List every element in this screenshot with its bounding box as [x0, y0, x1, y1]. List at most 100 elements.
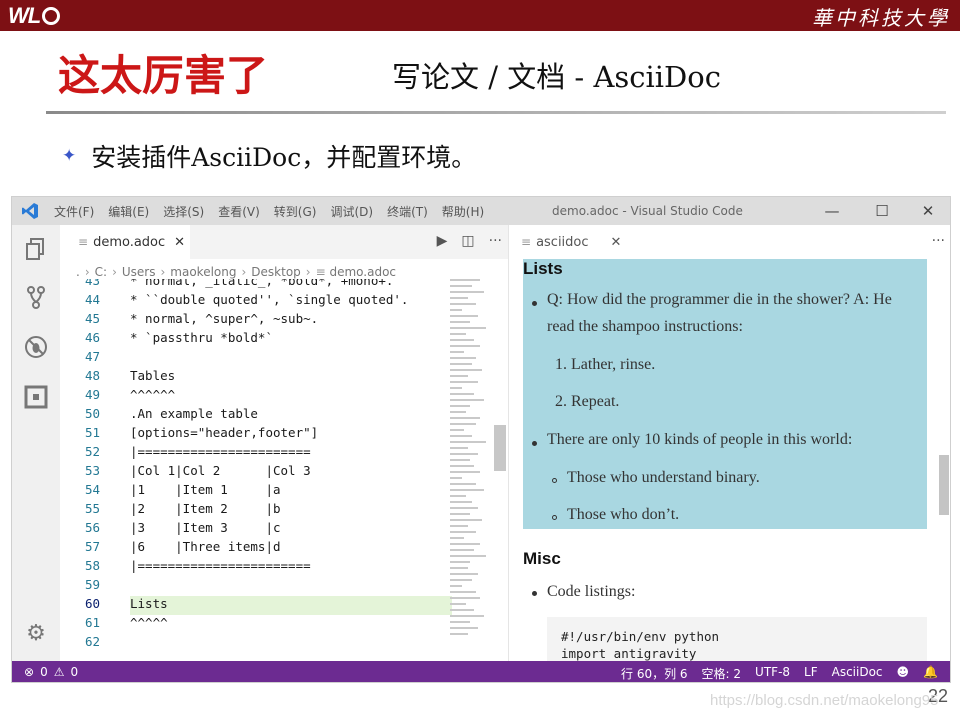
code-line[interactable]: 59 [60, 577, 508, 596]
line-text: * normal, _italic_, *bold*, +mono+. [130, 279, 394, 288]
code-line[interactable]: 51 [options="header,footer"] [60, 425, 508, 444]
minimap-row [450, 579, 472, 581]
minimap-row [450, 495, 466, 497]
code-line[interactable]: 48 Tables [60, 368, 508, 387]
logo-text: WL [8, 2, 41, 28]
problems-indicator[interactable]: ⊗ 0 ⚠ 0 [24, 665, 78, 679]
indentation[interactable]: 空格: 2 [702, 665, 742, 682]
line-text: * ``double quoted'', `single quoted'. [130, 292, 409, 307]
breadcrumb-user[interactable]: maokelong [170, 265, 236, 279]
line-text: ^^^^^^ [130, 387, 176, 402]
code-line[interactable]: 46 * `passthru *bold*` [60, 330, 508, 349]
preview-more-icon[interactable]: ··· [932, 233, 945, 249]
code-listings-item: Code listings: [547, 583, 636, 600]
maximize-button[interactable]: ☐ [872, 201, 892, 221]
minimap-row [450, 609, 474, 611]
warning-count: 0 [70, 665, 79, 679]
code-line[interactable]: 54 |1 |Item 1 |a [60, 482, 508, 501]
code-line[interactable]: 58 |======================= [60, 558, 508, 577]
code-line[interactable]: 61 ^^^^^ [60, 615, 508, 634]
line-number: 45 [84, 311, 100, 326]
line-text: |6 |Three items|d [130, 539, 281, 554]
breadcrumb: . › C: › Users › maokelong › Desktop › ≡ demo.adoc [76, 265, 397, 279]
code-line[interactable]: 52 |======================= [60, 444, 508, 463]
code-line[interactable]: 47 [60, 349, 508, 368]
code-area[interactable]: 43 * normal, _italic_, *bold*, +mono+. 44 *… [60, 279, 508, 659]
breadcrumb-desktop[interactable]: Desktop [251, 265, 301, 279]
encoding[interactable]: UTF-8 [755, 665, 790, 682]
menu-edit[interactable]: 编辑(E) [108, 203, 149, 220]
menu-terminal[interactable]: 终端(T) [387, 203, 428, 220]
menu-help[interactable]: 帮助(H) [442, 203, 484, 220]
line-text: Lists [130, 596, 168, 611]
menu-view[interactable]: 查看(V) [218, 203, 260, 220]
code-line[interactable]: 55 |2 |Item 2 |b [60, 501, 508, 520]
settings-gear-icon[interactable]: ⚙ [23, 621, 49, 647]
notifications-bell-icon[interactable]: 🔔 [923, 665, 938, 682]
menu-go[interactable]: 转到(G) [274, 203, 317, 220]
feedback-smiley-icon[interactable]: ☻ [897, 665, 910, 682]
close-preview-tab-icon[interactable]: ✕ [611, 235, 622, 250]
breadcrumb-drive[interactable]: C: [95, 265, 107, 279]
university-name: 華中科技大學 [812, 6, 950, 30]
line-ending[interactable]: LF [804, 665, 818, 682]
breadcrumb-users[interactable]: Users [122, 265, 156, 279]
menu-debug[interactable]: 调试(D) [330, 203, 373, 220]
bullet-dot [532, 301, 537, 306]
extensions-icon[interactable] [23, 385, 49, 411]
menu-selection[interactable]: 选择(S) [163, 203, 204, 220]
language-mode[interactable]: AsciiDoc [832, 665, 883, 682]
code-line[interactable]: 60 Lists [60, 596, 508, 615]
debug-icon[interactable] [23, 335, 49, 361]
run-icon[interactable]: ▶ [437, 233, 448, 249]
minimap-row [450, 471, 480, 473]
sublist-item-understand: Those who understand binary. [567, 469, 760, 486]
close-tab-icon[interactable]: ✕ [174, 235, 185, 250]
code-line[interactable]: 57 |6 |Three items|d [60, 539, 508, 558]
line-text: |Col 1|Col 2 |Col 3 [130, 463, 311, 478]
window-title: demo.adoc - Visual Studio Code [552, 204, 743, 218]
code-line[interactable]: 45 * normal, ^super^, ~sub~. [60, 311, 508, 330]
minimap-row [450, 525, 468, 527]
line-number: 54 [84, 482, 100, 497]
line-text: ^^^^^ [130, 615, 168, 630]
breadcrumb-root[interactable]: . [76, 265, 80, 279]
tab-demo-adoc[interactable]: ≡ demo.adoc ✕ [60, 225, 190, 259]
breadcrumb-file-icon: ≡ [315, 265, 330, 279]
code-line[interactable]: 49 ^^^^^^ [60, 387, 508, 406]
breadcrumb-file[interactable]: demo.adoc [329, 265, 396, 279]
tab-asciidoc-preview[interactable]: ≡ asciidoc ✕ [509, 225, 629, 259]
preview-scrollbar[interactable] [939, 455, 949, 515]
close-window-button[interactable]: ✕ [918, 201, 938, 221]
code-line[interactable]: 62 [60, 634, 508, 653]
line-number: 43 [84, 279, 100, 288]
code-line[interactable]: 43 * normal, _italic_, *bold*, +mono+. [60, 279, 508, 292]
minimap-row [450, 465, 474, 467]
code-line[interactable]: 53 |Col 1|Col 2 |Col 3 [60, 463, 508, 482]
editor-scrollbar[interactable] [494, 425, 506, 471]
lists-heading: Lists [523, 259, 563, 278]
sublist-item-dont: Those who don’t. [567, 506, 680, 523]
star-bullet-icon: ✦ [62, 146, 77, 166]
code-line[interactable]: 56 |3 |Item 3 |c [60, 520, 508, 539]
split-editor-icon[interactable]: ◫ [461, 233, 474, 249]
line-number: 56 [84, 520, 100, 535]
more-actions-icon[interactable]: ··· [489, 233, 502, 249]
explorer-icon[interactable] [23, 237, 49, 263]
preview-pane: ≡ asciidoc ✕ ··· Lists Q: How did the pr… [508, 225, 950, 661]
code-line[interactable]: 44 * ``double quoted'', `single quoted'. [60, 292, 508, 311]
line-text: |2 |Item 2 |b [130, 501, 281, 516]
editor-pane: ≡ demo.adoc ✕ ▶ ◫ ··· . › C: › Users › maokelo… [60, 225, 508, 661]
line-text: * normal, ^super^, ~sub~. [130, 311, 319, 326]
minimize-button[interactable]: — [822, 201, 842, 221]
minimap[interactable] [450, 279, 492, 659]
cursor-position[interactable]: 行 60，列 6 [621, 665, 688, 682]
minimap-row [450, 627, 478, 629]
source-control-icon[interactable] [23, 285, 49, 311]
code-listing-block: #!/usr/bin/env python import antigravity [547, 617, 927, 661]
minimap-row [450, 351, 464, 353]
code-line[interactable]: 50 .An example table [60, 406, 508, 425]
menu-file[interactable]: 文件(F) [54, 203, 94, 220]
slide-header-bar: WL 華中科技大學 [0, 0, 960, 31]
line-number: 47 [84, 349, 100, 364]
